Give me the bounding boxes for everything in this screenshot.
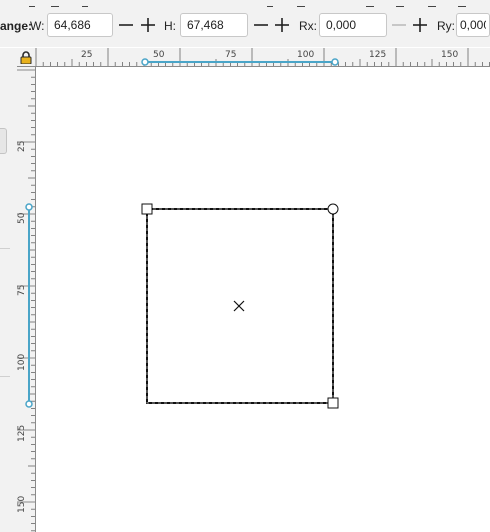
- ruler-label: 75: [225, 50, 237, 60]
- width-field[interactable]: [47, 13, 113, 37]
- drawing-canvas[interactable]: [36, 67, 490, 532]
- height-decrement-button[interactable]: [250, 14, 272, 36]
- width-increment-button[interactable]: [137, 14, 159, 36]
- rx-field[interactable]: [319, 13, 387, 37]
- height-label: H:: [164, 19, 176, 33]
- ry-field[interactable]: [456, 13, 490, 37]
- dock-separator: [0, 376, 10, 377]
- ruler-label: 100: [297, 50, 315, 60]
- plus-icon: [141, 18, 155, 32]
- minus-icon: [119, 24, 133, 26]
- ruler-label: 150: [441, 50, 459, 60]
- vertical-ruler-ticks: [17, 69, 35, 532]
- width-label: W:: [30, 19, 45, 33]
- rx-increment-button[interactable]: [409, 14, 431, 36]
- rect-tool-controls: ange: W: H: Rx: Ry:: [0, 7, 490, 47]
- horizontal-ruler-ticks: [35, 48, 490, 66]
- ruler-label: 150: [17, 495, 27, 513]
- height-increment-button[interactable]: [271, 14, 293, 36]
- ruler-label: 50: [17, 212, 27, 224]
- height-field[interactable]: [180, 13, 248, 37]
- minus-icon: [392, 24, 406, 26]
- ruler-label: 100: [17, 353, 27, 371]
- lock-icon: [20, 50, 32, 64]
- tool-strip: [0, 0, 490, 8]
- dock-tab[interactable]: [0, 128, 7, 154]
- corner-resize-handle[interactable]: [327, 397, 339, 409]
- corner-resize-handle[interactable]: [141, 203, 153, 215]
- ruler-label: 25: [17, 140, 27, 152]
- width-decrement-button[interactable]: [115, 14, 137, 36]
- rx-decrement-button[interactable]: [388, 14, 410, 36]
- minus-icon: [254, 24, 268, 26]
- rounding-handle[interactable]: [327, 203, 339, 215]
- ruler-lock-toggle[interactable]: [17, 48, 36, 67]
- plus-icon: [413, 18, 427, 32]
- vertical-ruler[interactable]: 25 50 75 100 125 150: [17, 67, 36, 532]
- horizontal-ruler[interactable]: 25 50 75 100 125 150: [35, 48, 490, 67]
- ruler-label: 25: [81, 50, 93, 60]
- ruler-label: 125: [369, 50, 387, 60]
- ry-label: Ry:: [437, 19, 455, 33]
- plus-icon: [275, 18, 289, 32]
- rx-label: Rx:: [299, 19, 317, 33]
- change-label: ange:: [0, 19, 33, 33]
- ruler-label: 125: [17, 424, 27, 442]
- ruler-label: 50: [153, 50, 165, 60]
- ruler-label: 75: [17, 284, 27, 296]
- dock-separator: [0, 248, 10, 249]
- left-dock-edge: [0, 48, 17, 532]
